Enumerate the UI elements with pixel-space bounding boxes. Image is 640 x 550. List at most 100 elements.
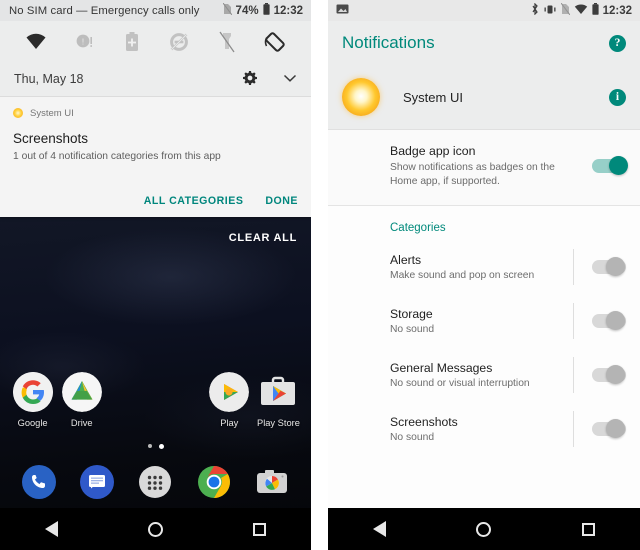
system-ui-app-icon [342, 78, 380, 116]
do-not-disturb-tile-icon[interactable] [166, 29, 192, 55]
home-app-label: Play Store [257, 418, 300, 428]
badge-app-icon-toggle[interactable] [592, 156, 628, 176]
categories-section-label: Categories [328, 205, 640, 240]
notification-shade: No SIM card — Emergency calls only 74% 1… [0, 0, 311, 217]
done-button[interactable]: DONE [265, 195, 298, 207]
notification-title: Screenshots [13, 131, 89, 146]
system-ui-app-icon [13, 108, 23, 118]
no-sim-icon [560, 2, 571, 18]
notification-actions: ALL CATEGORIES DONE [144, 195, 298, 207]
right-phone-panel: 12:32 Notifications ? System UI i Badge … [328, 0, 640, 550]
home-app-row: Google Drive Play Play Store [0, 372, 311, 428]
phone-icon[interactable] [19, 462, 59, 502]
auto-rotate-tile-icon[interactable] [262, 29, 288, 55]
setting-title: Badge app icon [390, 144, 476, 158]
clear-all-button[interactable]: CLEAR ALL [229, 232, 297, 244]
shade-date: Thu, May 18 [14, 72, 84, 86]
home-app-label: Google [17, 418, 48, 428]
home-button[interactable] [476, 521, 492, 537]
notification-app-row: System UI [13, 105, 298, 121]
clock: 12:32 [602, 4, 632, 17]
category-toggle-storage[interactable] [592, 310, 626, 330]
notification-subtitle: 1 out of 4 notification categories from … [13, 151, 221, 162]
badge-app-icon-setting[interactable]: Badge app icon Show notifications as bad… [328, 130, 640, 206]
svg-text:!: ! [82, 37, 84, 46]
category-description: No sound or visual interruption [390, 377, 530, 389]
google-drive-icon [61, 372, 102, 412]
home-button[interactable] [148, 521, 163, 537]
app-drawer-icon[interactable] [135, 462, 175, 502]
home-dock [0, 462, 311, 502]
left-phone-panel: Google Drive Play Play Store CLEAR ALL N… [0, 0, 311, 550]
messages-icon[interactable] [77, 462, 117, 502]
google-play-music-icon [209, 372, 250, 412]
right-status-bar: 12:32 [328, 0, 640, 21]
category-toggle-general-messages[interactable] [592, 364, 626, 384]
flashlight-tile-icon[interactable] [214, 29, 240, 55]
category-description: No sound [390, 323, 435, 335]
setting-description: Show notifications as badges on the Home… [390, 162, 555, 187]
all-categories-button[interactable]: ALL CATEGORIES [144, 195, 244, 207]
divider [573, 302, 574, 339]
carrier-text: No SIM card — Emergency calls only [9, 4, 200, 17]
home-app-play-store[interactable]: Play Store [254, 372, 303, 428]
notification-card[interactable]: System UI Screenshots 1 out of 4 notific… [0, 96, 311, 217]
help-icon[interactable]: ? [609, 34, 626, 52]
bluetooth-icon [531, 2, 539, 18]
camera-icon[interactable] [252, 462, 292, 502]
chevron-down-icon[interactable] [283, 72, 297, 86]
divider [573, 410, 574, 447]
battery-saver-tile-icon[interactable] [119, 29, 145, 55]
category-row-screenshots[interactable]: Screenshots No sound [328, 401, 640, 456]
app-header-row[interactable]: System UI i [328, 65, 640, 130]
category-description: Make sound and pop on screen [390, 269, 535, 281]
wifi-icon [574, 3, 588, 18]
category-row-alerts[interactable]: Alerts Make sound and pop on screen [328, 239, 640, 294]
google-icon [12, 372, 53, 412]
clock: 12:32 [273, 4, 303, 17]
chrome-icon[interactable] [194, 462, 234, 502]
recents-button[interactable] [581, 522, 595, 536]
wifi-tile-icon[interactable] [23, 29, 49, 55]
home-app-label: Play [220, 418, 239, 428]
home-app-play-music[interactable]: Play [205, 372, 254, 428]
battery-icon [262, 3, 270, 18]
left-status-bar: No SIM card — Emergency calls only 74% 1… [0, 0, 311, 21]
settings-header: Notifications ? [328, 21, 640, 65]
vibrate-icon [543, 4, 557, 18]
category-title: Alerts [390, 252, 422, 267]
gear-icon[interactable] [243, 70, 257, 88]
battery-percent: 74% [235, 4, 259, 17]
category-row-general-messages[interactable]: General Messages No sound or visual inte… [328, 347, 640, 402]
app-name: System UI [403, 89, 463, 105]
home-app-drive[interactable]: Drive [57, 372, 106, 428]
info-icon[interactable]: i [609, 88, 626, 106]
play-store-icon [258, 372, 298, 412]
divider [573, 248, 574, 285]
category-toggle-alerts[interactable] [592, 256, 626, 276]
category-toggle-screenshots[interactable] [592, 418, 626, 438]
dual-phone-screenshot: Google Drive Play Play Store CLEAR ALL N… [0, 0, 640, 550]
category-title: Storage [390, 306, 433, 321]
recents-button[interactable] [253, 522, 266, 536]
cellular-data-tile-icon[interactable]: ! [71, 29, 97, 55]
home-app-google[interactable]: Google [8, 372, 57, 428]
quick-settings-row: ! [0, 21, 311, 62]
left-nav-bar [0, 508, 311, 550]
category-title: General Messages [390, 360, 493, 375]
no-sim-icon [222, 2, 232, 18]
divider [573, 356, 574, 393]
home-app-label: Drive [70, 418, 93, 428]
back-button[interactable] [45, 521, 58, 537]
notification-app-name: System UI [30, 107, 74, 119]
battery-icon [591, 3, 599, 18]
page-dot [147, 444, 152, 448]
page-dot-active [158, 444, 164, 449]
category-description: No sound [390, 431, 435, 443]
back-button[interactable] [373, 521, 387, 537]
category-row-storage[interactable]: Storage No sound [328, 293, 640, 348]
page-title: Notifications [342, 33, 435, 52]
category-title: Screenshots [390, 414, 458, 429]
right-nav-bar [328, 508, 640, 550]
home-page-indicator [0, 444, 311, 449]
